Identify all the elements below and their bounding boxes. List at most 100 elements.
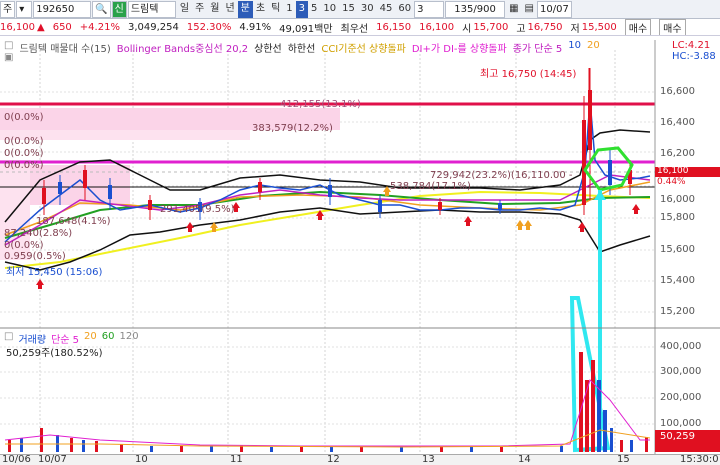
low-annotation: 최저 15,450 (15:06) bbox=[6, 267, 103, 278]
chart-type-icon[interactable]: ▦ bbox=[506, 1, 521, 18]
best-quote-label: 최우선 bbox=[340, 23, 369, 35]
high-label: 고 bbox=[516, 23, 526, 35]
profile-label-zero-2: 0(0.0%) bbox=[4, 136, 44, 147]
bid-price: 16,100 bbox=[419, 21, 455, 33]
interval-10[interactable]: 10 bbox=[320, 1, 339, 18]
profile-label-5: 187,648(4.1%) bbox=[36, 216, 111, 227]
price-tick: 16,000 bbox=[660, 194, 695, 205]
period-second[interactable]: 초 bbox=[253, 1, 268, 18]
low-label: 저 bbox=[570, 23, 580, 35]
buy-button[interactable]: 매수 bbox=[624, 19, 652, 35]
profile-label-6: 87,240(2.8%) bbox=[4, 228, 73, 239]
profile-label-zero-5: 0(0.0%) bbox=[4, 240, 44, 251]
low-price: 15,500 bbox=[581, 21, 617, 33]
period-minute[interactable]: 분 bbox=[237, 0, 253, 18]
price-tick: 15,600 bbox=[660, 244, 695, 255]
volume-tick: 300,000 bbox=[660, 366, 702, 377]
stock-name: 드림텍 bbox=[127, 0, 176, 18]
profile-label-8: 0.959(0.5%) bbox=[4, 251, 66, 262]
profile-label-zero-3: 0(0.0%) bbox=[4, 148, 44, 159]
stock-code-input[interactable]: 192650 bbox=[33, 0, 92, 18]
volume-last-label: 50,259 bbox=[660, 431, 695, 442]
high-annotation: 최고 16,750 (14:45) bbox=[480, 69, 577, 80]
volume-value: 3,049,254 bbox=[127, 21, 179, 33]
legend-lc: LC:4.21 bbox=[672, 40, 711, 51]
volume-ma60-label[interactable]: 60 bbox=[102, 331, 115, 346]
period-day[interactable]: 일 bbox=[177, 1, 192, 18]
mode-select[interactable]: 주 bbox=[0, 0, 16, 18]
period-year[interactable]: 년 bbox=[222, 1, 237, 18]
date-field[interactable]: 10/07 bbox=[536, 0, 572, 18]
high-price: 16,750 bbox=[527, 21, 563, 33]
time-tick: 15 bbox=[617, 454, 630, 465]
interval-30[interactable]: 30 bbox=[358, 1, 377, 18]
ask-price: 16,150 bbox=[376, 21, 412, 33]
legend-hc: HC:-3.88 bbox=[672, 51, 716, 62]
time-tick: 11 bbox=[230, 454, 243, 465]
interval-15[interactable]: 15 bbox=[339, 1, 358, 18]
time-end: 15:30:0 bbox=[680, 454, 719, 465]
mode-dropdown-icon[interactable]: ▾ bbox=[16, 0, 33, 18]
volume-tick: 400,000 bbox=[660, 341, 702, 352]
new-badge: 신 bbox=[111, 0, 127, 18]
interval-45[interactable]: 45 bbox=[377, 1, 396, 18]
up-arrow-icon: ▲ bbox=[37, 21, 45, 33]
profile-label-1: 412,155(13.1%) bbox=[280, 99, 361, 110]
data-counter: 135/900 bbox=[445, 0, 506, 18]
open-price: 15,700 bbox=[473, 21, 509, 33]
profile-label-2: 383,579(12.2%) bbox=[252, 123, 333, 134]
turnover-ratio: 4.91% bbox=[239, 21, 272, 33]
search-icon[interactable]: 🔍 bbox=[92, 0, 111, 18]
period-week[interactable]: 주 bbox=[192, 1, 207, 18]
legend-upper[interactable]: 상한선 bbox=[254, 40, 282, 55]
time-tick: 10 bbox=[135, 454, 148, 465]
profile-label-zero-1: 0(0.0%) bbox=[4, 112, 44, 123]
time-tick: 12 bbox=[327, 454, 340, 465]
volume-ma120-label[interactable]: 120 bbox=[119, 331, 138, 346]
interval-60[interactable]: 60 bbox=[395, 1, 414, 18]
last-price-pct: 0.44% bbox=[657, 177, 686, 187]
chart-toolbar: 주 ▾ 192650 🔍 신 드림텍 일 주 월 년 분 초 틱 1 3 5 1… bbox=[0, 0, 720, 19]
settings-icon[interactable]: ▣ bbox=[4, 52, 13, 63]
interval-1[interactable]: 1 bbox=[283, 1, 295, 18]
volume-ratio: 152.30% bbox=[186, 21, 232, 33]
time-tick: 14 bbox=[518, 454, 531, 465]
profile-label-zero-4: 0(0.0%) bbox=[4, 160, 44, 171]
legend-dmi[interactable]: DI+가 DI-를 상향돌파 bbox=[412, 40, 507, 55]
period-month[interactable]: 월 bbox=[207, 1, 222, 18]
price-tick: 16,400 bbox=[660, 117, 695, 128]
legend-series[interactable]: 드림텍 매물대 수(15) bbox=[19, 40, 110, 55]
price-tick: 16,200 bbox=[660, 148, 695, 159]
last-price-label: 16,100 bbox=[657, 166, 689, 176]
time-tick: 13 bbox=[422, 454, 435, 465]
legend-cci[interactable]: CCI기준선 상향돌파 bbox=[321, 40, 406, 55]
time-axis bbox=[0, 454, 720, 465]
open-label: 시 bbox=[462, 23, 472, 35]
volume-value: 50,259주(180.52%) bbox=[6, 348, 103, 359]
volume-tick: 200,000 bbox=[660, 392, 702, 403]
legend-ma5[interactable]: 종가 단순 5 bbox=[513, 40, 563, 55]
profile-label-3: 729,942(23.2%)(16,110.00 - bbox=[430, 170, 573, 181]
profile-label-4: 538,784(17.1%) bbox=[390, 181, 471, 192]
trade-amount: 49,091백만 bbox=[279, 23, 333, 35]
price-tick: 16,600 bbox=[660, 86, 695, 97]
time-tick: 10/07 bbox=[38, 454, 67, 465]
price-change: 650 bbox=[52, 21, 72, 33]
legend-ma10[interactable]: 10 bbox=[568, 40, 581, 55]
price-change-pct: +4.21% bbox=[79, 21, 120, 33]
profile-label-7: 291,405(9.5%) bbox=[160, 204, 235, 215]
grid-icon[interactable]: ▤ bbox=[522, 1, 537, 18]
interval-3[interactable]: 3 bbox=[295, 0, 309, 18]
legend-lower[interactable]: 하한선 bbox=[288, 40, 316, 55]
price-tick: 15,200 bbox=[660, 306, 695, 317]
time-tick: 10/06 bbox=[2, 454, 31, 465]
legend-bollinger[interactable]: Bollinger Bands중심선 20,2 bbox=[117, 40, 248, 55]
volume-tick: 100,000 bbox=[660, 418, 702, 429]
price-tick: 15,800 bbox=[660, 212, 695, 223]
legend-ma20[interactable]: 20 bbox=[587, 40, 600, 55]
interval-5[interactable]: 5 bbox=[308, 1, 320, 18]
interval-input[interactable]: 3 bbox=[414, 0, 445, 18]
period-tick[interactable]: 틱 bbox=[268, 1, 283, 18]
sell-button[interactable]: 매수 bbox=[659, 19, 686, 35]
quote-bar: 16,100 ▲ 650 +4.21% 3,049,254 152.30% 4.… bbox=[0, 19, 720, 36]
